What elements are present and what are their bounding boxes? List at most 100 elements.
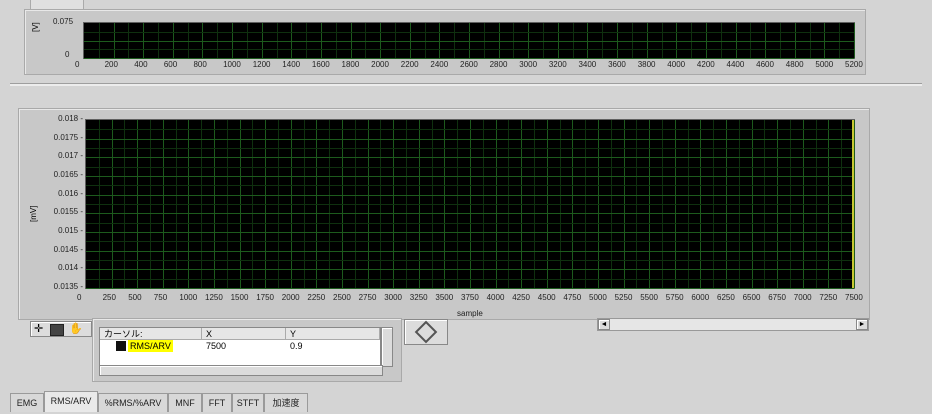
main-y-tick: 0.015 - — [58, 226, 83, 235]
main-y-tick: 0.017 - — [58, 151, 83, 161]
grid-line — [86, 148, 854, 149]
tab-rms-arv[interactable]: RMS/ARV — [44, 391, 98, 412]
main-x-tick: 500 — [128, 293, 142, 302]
scroll-right-button[interactable]: ► — [856, 319, 868, 330]
grid-line — [86, 185, 854, 187]
main-graph-y-label: [mV] — [29, 205, 38, 222]
main-x-tick: 3750 — [461, 293, 479, 302]
tab-stft[interactable]: STFT — [232, 393, 264, 412]
cursor-table[interactable]: カーソル: X Y RMS/ARV 7500 0.9 — [99, 327, 381, 367]
cursor-table-hscroll[interactable] — [99, 365, 383, 376]
cursor-marker-icon — [116, 341, 126, 351]
cursor-header-x: X — [202, 328, 286, 340]
main-x-tick: 5750 — [665, 293, 684, 302]
cursor-move-button[interactable] — [404, 319, 448, 345]
main-graph-plot[interactable] — [85, 119, 855, 289]
main-x-tick: 4500 — [537, 293, 556, 302]
main-x-tick: 2750 — [358, 293, 377, 302]
main-y-tick: 0.014 - — [58, 263, 83, 273]
tab-fft[interactable]: FFT — [202, 393, 232, 412]
main-x-tick: 5000 — [589, 293, 607, 302]
top-x-tick: 4600 — [756, 60, 774, 69]
cursor-row-x[interactable]: 7500 — [206, 340, 226, 352]
main-graph-panel: [mV] 0.018 - 0.0175 - 0.017 - 0.0165 - 0.016… — [18, 108, 870, 320]
top-x-tick: 0 — [75, 60, 80, 69]
tab--rms-arv[interactable]: %RMS/%ARV — [98, 393, 168, 412]
tab--[interactable]: 加速度 — [264, 393, 308, 412]
cursor-table-vscroll[interactable] — [381, 327, 393, 367]
top-x-tick: 4200 — [696, 60, 715, 69]
main-y-tick: 0.0135 - — [53, 282, 83, 291]
main-y-tick: 0.0145 - — [53, 244, 83, 254]
top-x-tick: 3800 — [637, 60, 656, 69]
top-x-tick: 1600 — [311, 60, 330, 69]
top-x-tick: 3600 — [608, 60, 626, 69]
top-y-tick-zero: 0 — [65, 50, 70, 59]
main-x-tick: 750 — [153, 293, 168, 302]
cursor-move-icon — [414, 320, 438, 344]
main-x-tick: 6500 — [742, 293, 761, 302]
main-x-tick: 6750 — [768, 293, 786, 302]
tab-bar: EMG RMS/ARV %RMS/%ARV MNF FFT STFT 加速度 — [10, 390, 410, 412]
top-x-tick: 600 — [163, 60, 178, 69]
main-x-tick: 2500 — [333, 293, 351, 302]
grid-line — [86, 241, 854, 243]
cursor-row-y[interactable]: 0.9 — [290, 340, 303, 352]
top-x-tick: 2000 — [371, 60, 389, 69]
main-x-tick: 2250 — [307, 293, 326, 302]
top-x-tick: 2200 — [400, 60, 419, 69]
main-x-tick: 4000 — [486, 293, 505, 302]
top-x-tick: 2400 — [430, 60, 449, 69]
main-x-tick: 4250 — [512, 293, 530, 302]
grid-line — [86, 138, 854, 140]
grid-line — [84, 49, 854, 51]
signal-trace — [852, 120, 854, 288]
top-x-tick: 200 — [104, 60, 118, 69]
top-x-tick: 1800 — [341, 60, 360, 69]
main-x-tick: 1750 — [256, 293, 274, 302]
top-x-tick: 2600 — [460, 60, 478, 69]
main-y-tick: 0.0165 - — [53, 170, 83, 179]
main-x-tick: 3000 — [384, 293, 402, 302]
top-x-tick: 5200 — [845, 60, 863, 69]
tab-mnf[interactable]: MNF — [168, 393, 202, 412]
grid-line — [86, 176, 854, 177]
top-x-tick: 3400 — [578, 60, 597, 69]
top-x-tick: 4000 — [667, 60, 686, 69]
main-y-tick: 0.0155 - — [53, 207, 83, 217]
zoom-icon[interactable] — [50, 324, 64, 336]
tab-emg[interactable]: EMG — [10, 393, 44, 412]
main-x-tick: 4750 — [563, 293, 582, 302]
main-x-tick: 250 — [102, 293, 116, 302]
top-x-tick: 4400 — [726, 60, 745, 69]
cursor-legend-panel: カーソル: X Y RMS/ARV 7500 0.9 — [92, 318, 402, 382]
crosshair-icon[interactable]: ✛ — [34, 322, 43, 336]
main-x-tick: 3250 — [409, 293, 428, 302]
cursor-header-name: カーソル: — [100, 328, 202, 340]
main-x-tick: 2000 — [281, 293, 300, 302]
top-graph-y-label: [V] — [31, 22, 40, 32]
grid-line — [854, 23, 855, 58]
grid-line — [86, 204, 854, 205]
top-y-tick-max: 0.075 — [53, 17, 74, 26]
grid-line — [86, 260, 854, 261]
top-x-tick: 800 — [193, 60, 207, 69]
grid-line — [84, 40, 854, 42]
divider — [10, 83, 922, 86]
top-x-tick: 1000 — [223, 60, 241, 69]
main-x-tick: 1250 — [205, 293, 223, 302]
graph-palette: ✛ ✋ — [30, 321, 92, 337]
top-left-stub — [30, 0, 84, 10]
cursor-row[interactable]: RMS/ARV 7500 0.9 — [100, 340, 380, 352]
main-x-tick: 5250 — [614, 293, 633, 302]
main-graph-scrollbar[interactable]: ◄ ► — [597, 318, 869, 331]
grid-line — [86, 222, 854, 224]
top-x-tick: 5000 — [815, 60, 834, 69]
cursor-row-name[interactable]: RMS/ARV — [128, 340, 173, 352]
scroll-left-button[interactable]: ◄ — [598, 319, 610, 330]
main-y-tick: 0.0175 - — [53, 132, 83, 142]
top-graph-plot[interactable] — [83, 22, 855, 59]
pan-hand-icon[interactable]: ✋ — [69, 322, 83, 336]
grid-line — [854, 120, 855, 288]
top-graph-panel: [V] 0.075 0 0 200 400 600 800 1000 1200 1400 160… — [24, 9, 866, 75]
